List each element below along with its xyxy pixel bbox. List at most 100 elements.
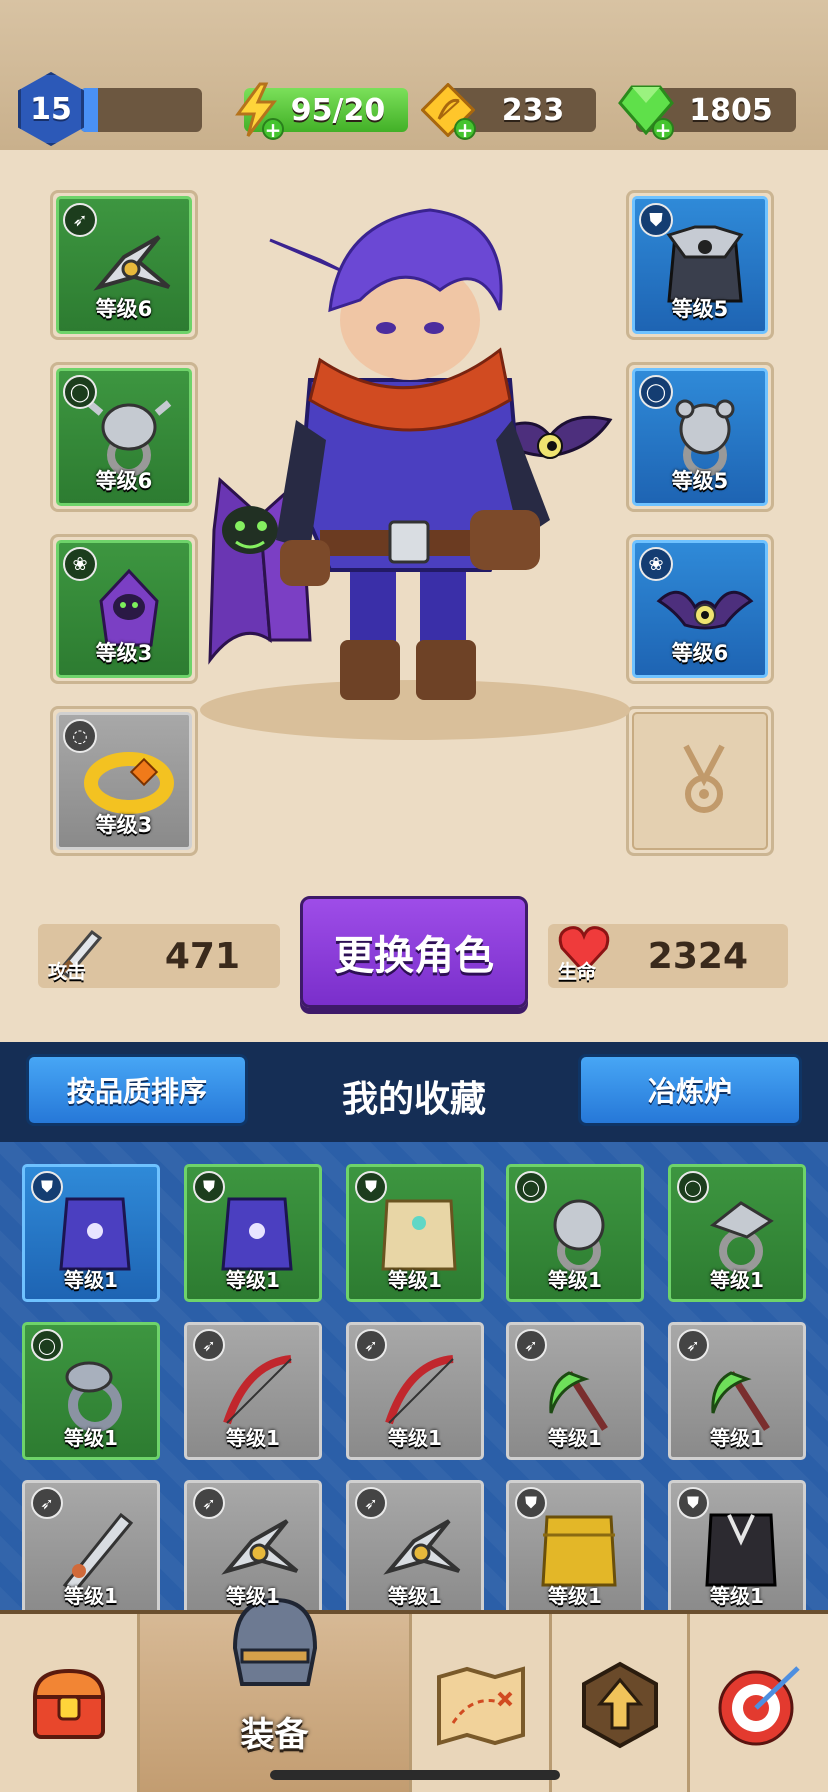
paw-icon: ❀ bbox=[639, 547, 673, 581]
armor-icon: ⛊ bbox=[515, 1487, 547, 1519]
collection-item[interactable]: ⛊ 等级1 bbox=[668, 1480, 806, 1612]
challenge-tab[interactable] bbox=[690, 1614, 828, 1792]
eagle-ring-icon bbox=[709, 1201, 774, 1273]
equip-slot-armor[interactable]: ⛊ 等级5 bbox=[626, 190, 774, 340]
item-level-label: 等级1 bbox=[388, 1584, 442, 1608]
hp-stat: 生命 2324 bbox=[548, 924, 788, 988]
change-character-button[interactable]: 更换角色 bbox=[300, 896, 528, 1008]
item-card-bg: ⛊ 等级1 bbox=[184, 1164, 322, 1302]
equip-slot-pet-1[interactable]: ❀ 等级3 bbox=[50, 534, 198, 684]
energy-icon[interactable]: + bbox=[226, 80, 286, 140]
collection-grid: ⛊ 等级1 ⛊ 等级1 ⛊ 等级1 ◯ 等级1 ◯ 等级1 ◯ 等级1 ➶ 等级1 ➶ 等级1 ➶ 等级1 ➶ 等级1… bbox=[0, 1142, 828, 1612]
hp-value: 2324 bbox=[647, 935, 748, 977]
collection-item[interactable]: ◯ 等级1 bbox=[668, 1164, 806, 1302]
collection-item[interactable]: ⛊ 等级1 bbox=[506, 1480, 644, 1612]
purple-robe-icon bbox=[221, 1197, 293, 1271]
map-tab[interactable] bbox=[412, 1614, 552, 1792]
item-card-bg: ⛊ 等级1 bbox=[668, 1480, 806, 1612]
collection-item[interactable]: ➶ 等级1 bbox=[22, 1480, 160, 1612]
ring-icon: ◯ bbox=[63, 375, 97, 409]
upgrade-tab[interactable] bbox=[552, 1614, 690, 1792]
gem-plus-icon[interactable]: + bbox=[652, 118, 674, 140]
armor-icon: ⛊ bbox=[31, 1171, 63, 1203]
item-level-label: 等级1 bbox=[710, 1426, 764, 1450]
bow-icon: ➶ bbox=[355, 1487, 387, 1519]
equip-slot-bracelet[interactable]: ◌ 等级3 bbox=[50, 706, 198, 856]
collection-item[interactable]: ⛊ 等级1 bbox=[22, 1164, 160, 1302]
slot-bg: ◌ 等级3 bbox=[56, 712, 192, 850]
item-level-label: 等级1 bbox=[388, 1268, 442, 1292]
item-card-bg: ➶ 等级1 bbox=[346, 1480, 484, 1612]
attack-stat: 攻击 471 bbox=[38, 924, 280, 988]
snake-ring-icon bbox=[65, 1361, 122, 1432]
equip-slot-necklace-empty[interactable] bbox=[626, 706, 774, 856]
equip-slot-ring-2[interactable]: ◯ 等级5 bbox=[626, 362, 774, 512]
bow-icon: ➶ bbox=[31, 1487, 63, 1519]
item-level-label: 等级1 bbox=[64, 1426, 118, 1450]
purple-robe-icon bbox=[59, 1197, 131, 1271]
bow-icon: ➶ bbox=[355, 1329, 387, 1361]
item-card-bg: ➶ 等级1 bbox=[22, 1480, 160, 1612]
energy-plus-icon[interactable]: + bbox=[262, 118, 284, 140]
coin-value: 233 bbox=[501, 92, 565, 128]
collection-item[interactable]: ➶ 等级1 bbox=[184, 1322, 322, 1460]
bow-coin-icon[interactable]: + bbox=[418, 80, 478, 140]
coin-plus-icon[interactable]: + bbox=[454, 118, 476, 140]
equipment-tab[interactable]: 装备 bbox=[140, 1597, 412, 1792]
gem-icon[interactable]: + bbox=[616, 80, 676, 140]
item-card-bg: ⛊ 等级1 bbox=[506, 1480, 644, 1612]
collection-item[interactable]: ◯ 等级1 bbox=[506, 1164, 644, 1302]
hero-character[interactable] bbox=[200, 200, 630, 720]
collection-item[interactable]: ➶ 等级1 bbox=[346, 1322, 484, 1460]
bow-icon: ➶ bbox=[677, 1329, 709, 1361]
collection-item[interactable]: ➶ 等级1 bbox=[668, 1322, 806, 1460]
slot-bg: ◯ 等级6 bbox=[56, 368, 192, 506]
collection-item[interactable]: ➶ 等级1 bbox=[346, 1480, 484, 1612]
bow-icon: ➶ bbox=[515, 1329, 547, 1361]
player-level-badge[interactable]: 15 bbox=[18, 72, 84, 146]
scythe-icon bbox=[549, 1371, 608, 1431]
sort-by-quality-button[interactable]: 按品质排序 bbox=[26, 1054, 248, 1126]
item-level-label: 等级1 bbox=[64, 1268, 118, 1292]
slot-bg: ⛊ 等级5 bbox=[632, 196, 768, 334]
collection-item[interactable]: ⛊ 等级1 bbox=[346, 1164, 484, 1302]
slot-level-label: 等级5 bbox=[671, 469, 729, 493]
xp-progress-bar bbox=[80, 88, 202, 132]
red-bow-icon bbox=[385, 1355, 454, 1425]
black-vest-icon bbox=[705, 1513, 777, 1587]
item-level-label: 等级1 bbox=[710, 1268, 764, 1292]
upgrade-arrow-icon bbox=[581, 1661, 658, 1749]
item-card-bg: ⛊ 等级1 bbox=[346, 1164, 484, 1302]
attack-value: 471 bbox=[164, 935, 240, 977]
slot-level-label: 等级3 bbox=[95, 641, 153, 665]
paw-icon: ❀ bbox=[63, 547, 97, 581]
item-level-label: 等级1 bbox=[548, 1268, 602, 1292]
slot-level-label: 等级5 bbox=[671, 297, 729, 321]
target-icon bbox=[718, 1666, 800, 1746]
necklace-icon bbox=[683, 744, 725, 813]
armor-icon: ⛊ bbox=[677, 1487, 709, 1519]
collection-item[interactable]: ➶ 等级1 bbox=[184, 1480, 322, 1612]
collection-item[interactable]: ⛊ 等级1 bbox=[184, 1164, 322, 1302]
top-resource-bar: 15 95/20 + 233 + 1805 + bbox=[0, 0, 828, 150]
equip-slot-pet-2[interactable]: ❀ 等级6 bbox=[626, 534, 774, 684]
ring-icon: ◯ bbox=[31, 1329, 63, 1361]
slot-level-label: 等级6 bbox=[95, 469, 153, 493]
gem-value: 1805 bbox=[689, 92, 773, 128]
equip-slot-weapon[interactable]: ➶ 等级6 bbox=[50, 190, 198, 340]
scythe-icon bbox=[711, 1371, 770, 1431]
forge-button[interactable]: 冶炼炉 bbox=[578, 1054, 802, 1126]
item-card-bg: ◯ 等级1 bbox=[22, 1322, 160, 1460]
gold-armor-icon bbox=[541, 1515, 617, 1587]
item-card-bg: ◯ 等级1 bbox=[506, 1164, 644, 1302]
item-level-label: 等级1 bbox=[226, 1268, 280, 1292]
equip-slot-ring[interactable]: ◯ 等级6 bbox=[50, 362, 198, 512]
shop-tab[interactable] bbox=[0, 1614, 140, 1792]
item-level-label: 等级1 bbox=[548, 1584, 602, 1608]
collection-item[interactable]: ◯ 等级1 bbox=[22, 1322, 160, 1460]
shuriken-icon bbox=[221, 1519, 299, 1575]
slot-level-label: 等级3 bbox=[95, 813, 153, 837]
item-level-label: 等级1 bbox=[710, 1584, 764, 1608]
player-level: 15 bbox=[30, 91, 72, 127]
collection-item[interactable]: ➶ 等级1 bbox=[506, 1322, 644, 1460]
